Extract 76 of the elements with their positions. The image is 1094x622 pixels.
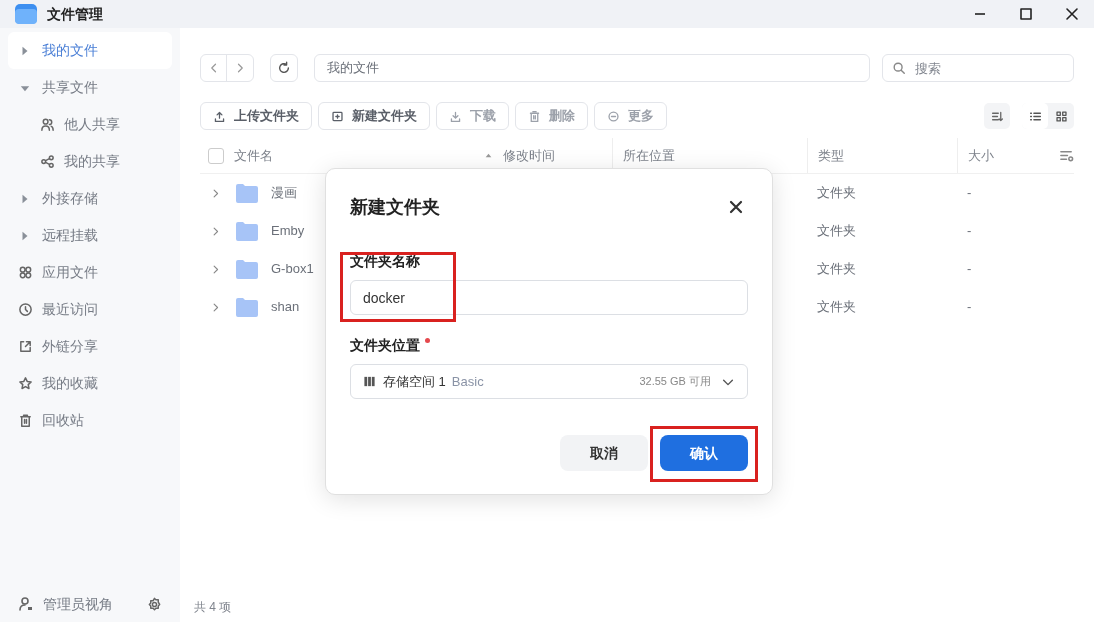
settings-button[interactable] [147,596,162,612]
field-label: 文件夹位置 [350,336,420,355]
sort-button[interactable] [984,103,1010,129]
star-icon [18,376,33,391]
column-header[interactable]: 大小 [968,145,994,166]
app-folder-icon [14,2,38,26]
sidebar-item[interactable]: 应用文件 [8,254,172,291]
file-name[interactable]: G-box1 [271,259,314,279]
sidebar-item[interactable]: 他人共享 [8,106,172,143]
dialog-title: 新建文件夹 [350,195,440,219]
share-box-icon [18,339,33,354]
grid-icon [1054,109,1068,123]
add-folder-icon [331,109,344,123]
sort-up-icon [484,151,493,160]
column-header[interactable]: 文件名 [234,145,273,166]
minimize-icon [974,13,986,15]
item-count: 共 4 项 [194,599,232,616]
table-cell: 文件夹 [817,185,856,201]
folder-name-field[interactable]: docker [350,280,748,315]
sidebar-item[interactable]: 我的共享 [8,143,172,180]
sidebar-item[interactable]: 回收站 [8,402,172,439]
window-title: 文件管理 [47,4,103,24]
search-icon [892,61,906,75]
sidebar-item[interactable]: 外接存储 [8,180,172,217]
field-label: 文件夹名称 [350,252,420,271]
folder-icon [235,182,259,204]
table-cell: 文件夹 [817,223,856,239]
sidebar-item[interactable]: 外链分享 [8,328,172,365]
file-name[interactable]: 漫画 [271,183,297,203]
column-header[interactable]: 类型 [818,145,844,166]
refresh-icon [277,61,291,75]
sort-icon [990,109,1004,123]
cancel-button[interactable]: 取消 [560,435,648,471]
close-button[interactable] [728,199,744,215]
trash-icon [18,413,33,428]
delete-icon [528,109,541,123]
maximize-button[interactable] [1018,6,1034,22]
search-field[interactable]: 搜索 [882,54,1074,82]
maximize-icon [1018,6,1034,22]
table-cell: - [967,299,972,315]
admin-view-label: 管理员视角 [43,594,113,614]
grid-icon [18,265,33,280]
select-all-checkbox[interactable] [208,147,224,164]
folder-icon [235,220,259,242]
refresh-button[interactable] [270,54,298,82]
table-cell: - [967,261,972,277]
folder-icon [235,296,259,318]
sidebar-item[interactable]: 远程挂载 [8,217,172,254]
sidebar-item[interactable]: 我的收藏 [8,365,172,402]
column-settings-icon [1059,148,1074,163]
table-cell: 文件夹 [817,299,856,315]
confirm-button[interactable]: 确认 [660,435,748,471]
column-header[interactable]: 所在位置 [623,145,675,166]
storage-icon [363,375,376,388]
table-cell: - [967,185,972,201]
download-icon [449,109,462,123]
minus-circle-icon [607,109,620,123]
share-icon [40,154,55,169]
toolbar-button[interactable]: 上传文件夹 [200,102,312,130]
location-select[interactable]: 存储空间 1 Basic 32.55 GB 可用 [350,364,748,399]
table-cell: 文件夹 [817,261,856,277]
column-header[interactable]: 修改时间 [503,145,555,166]
sidebar-item[interactable]: 共享文件 [8,69,172,106]
sidebar-item[interactable]: 最近访问 [8,291,172,328]
file-name[interactable]: shan [271,297,300,317]
folder-icon [235,258,259,280]
sidebar-item[interactable]: 我的文件 [8,32,172,69]
file-name[interactable]: Emby [271,221,305,241]
table-cell: - [967,223,972,239]
users-icon [40,117,55,132]
close-button[interactable] [1064,6,1080,22]
toolbar-button[interactable]: 新建文件夹 [318,102,430,130]
path-field[interactable]: 我的文件 [314,54,870,82]
upload-icon [213,109,226,123]
user-icon [18,596,34,612]
clock-icon [18,302,33,317]
